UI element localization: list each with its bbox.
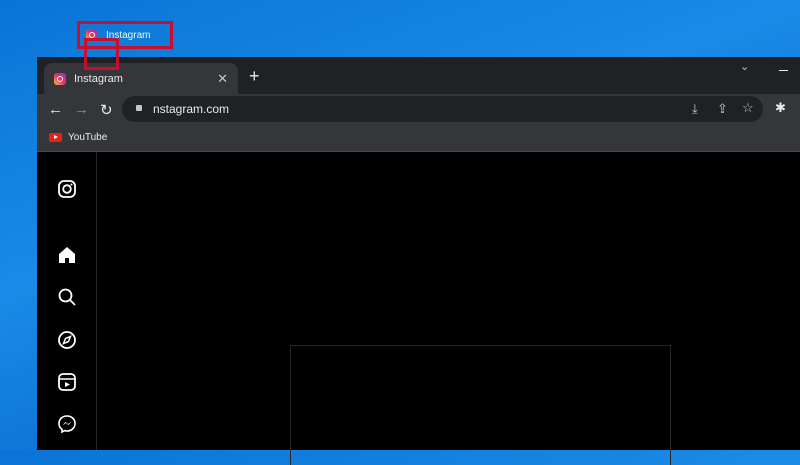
- content-panel: [290, 345, 671, 465]
- address-bar[interactable]: nstagram.com ⤓ ⇪ ☆: [122, 96, 763, 122]
- home-icon[interactable]: [57, 245, 77, 265]
- tab-instagram[interactable]: Instagram ✕: [44, 63, 238, 94]
- toolbar: ← → ↻ nstagram.com ⤓ ⇪ ☆ ✱: [37, 94, 800, 124]
- bookmark-youtube[interactable]: YouTube: [68, 132, 107, 143]
- share-icon[interactable]: ⇪: [717, 101, 728, 117]
- instagram-sidebar: [37, 152, 97, 450]
- tab-search-chevron-icon[interactable]: ⌄: [740, 60, 749, 73]
- bookmarks-bar: YouTube: [37, 124, 800, 152]
- messenger-icon[interactable]: [57, 414, 77, 434]
- lock-highlight-box: [84, 38, 119, 70]
- instagram-favicon: [54, 72, 66, 85]
- install-icon[interactable]: ⤓: [692, 101, 698, 117]
- browser-window: Instagram ✕ + ⌄ ← → ↻ nstagram.com ⤓ ⇪ ☆…: [37, 57, 800, 465]
- tab-title: Instagram: [74, 72, 123, 85]
- minimize-icon[interactable]: [779, 70, 788, 71]
- page-content: [37, 152, 800, 465]
- back-icon[interactable]: ←: [48, 101, 63, 118]
- explore-icon[interactable]: [57, 330, 77, 350]
- reload-icon[interactable]: ↻: [100, 101, 113, 119]
- lock-icon[interactable]: [136, 105, 142, 111]
- forward-icon[interactable]: →: [74, 101, 89, 118]
- instagram-logo-icon[interactable]: [57, 179, 77, 199]
- search-icon[interactable]: [57, 287, 77, 307]
- new-tab-button[interactable]: +: [249, 66, 260, 87]
- close-tab-icon[interactable]: ✕: [217, 71, 228, 87]
- star-icon[interactable]: ☆: [742, 100, 754, 116]
- url-text: nstagram.com: [153, 102, 230, 116]
- reels-icon[interactable]: [57, 372, 77, 392]
- extensions-icon[interactable]: ✱: [775, 100, 786, 116]
- youtube-icon: [49, 133, 62, 142]
